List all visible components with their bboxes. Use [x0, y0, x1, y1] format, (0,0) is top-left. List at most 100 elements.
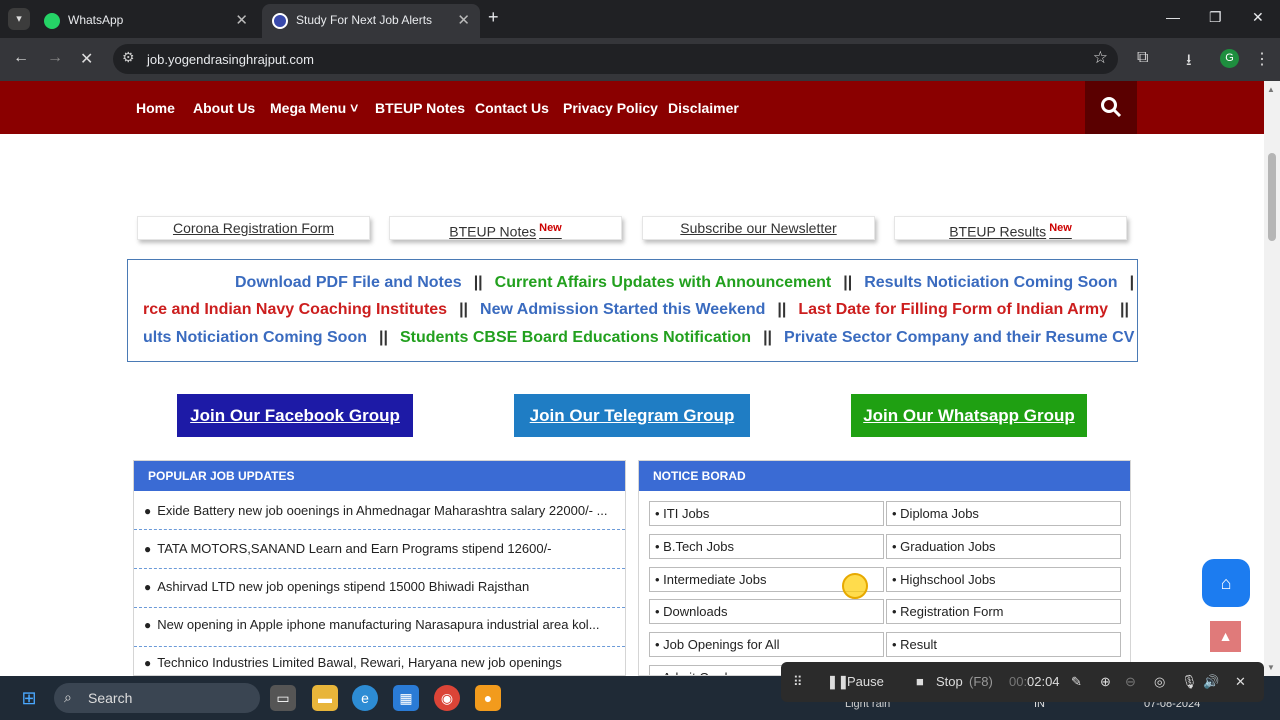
new-badge: New	[539, 222, 562, 234]
notice-link[interactable]: • Graduation Jobs	[886, 534, 1121, 559]
close-icon[interactable]: ✕	[1235, 674, 1246, 690]
close-window-icon[interactable]: ✕	[1252, 9, 1264, 26]
site-info-icon[interactable]: ⚙	[122, 49, 135, 66]
marquee-item[interactable]: rce and Indian Navy Coaching Institutes	[143, 301, 447, 318]
close-icon[interactable]: ✕	[235, 11, 248, 29]
quick-link-label: Corona Registration Form	[172, 220, 335, 236]
minimize-icon[interactable]: —	[1166, 9, 1180, 25]
job-link[interactable]: Ashirvad LTD new job openings stipend 15…	[157, 579, 529, 594]
marquee-item[interactable]: New Admission Started this Weekend	[480, 301, 765, 318]
quick-link-corona[interactable]: Corona Registration Form	[137, 216, 370, 240]
bullet-icon: ●	[144, 580, 152, 594]
extensions-icon[interactable]: ⧉	[1137, 49, 1148, 67]
notice-link[interactable]: • Diploma Jobs	[886, 501, 1121, 526]
nav-home[interactable]: Home	[136, 100, 175, 116]
store-icon[interactable]: ▦	[393, 685, 419, 711]
tab-whatsapp[interactable]: WhatsApp ✕	[34, 4, 258, 38]
marquee-item[interactable]: Students CBSE Board Educations Notificat…	[400, 329, 751, 346]
marquee-item[interactable]: Download PDF File and Notes	[235, 274, 462, 291]
bullet-icon: ●	[144, 618, 152, 632]
marquee-item[interactable]: Current Affairs Updates with Announcemen…	[495, 274, 832, 291]
stop-label[interactable]: Stop	[936, 674, 963, 689]
join-whatsapp-button[interactable]: Join Our Whatsapp Group	[851, 394, 1087, 437]
marquee-row: rce and Indian Navy Coaching Institutes |…	[143, 301, 1137, 319]
windows-start-icon[interactable]: ⊞	[16, 685, 42, 711]
notice-link[interactable]: • Job Openings for All	[649, 632, 884, 657]
zoom-in-icon[interactable]: ⊕	[1100, 674, 1111, 690]
nav-privacy-policy[interactable]: Privacy Policy	[563, 100, 658, 116]
search-label: Search	[88, 690, 133, 706]
pause-icon[interactable]: ❚❚	[827, 674, 849, 690]
marquee-item[interactable]: Private Sector Company and their Resume …	[784, 329, 1134, 346]
taskbar-search[interactable]: ⌕ Search	[54, 683, 260, 713]
nav-mega-menu[interactable]: Mega Menu ˅	[270, 100, 358, 116]
scroll-up-icon[interactable]: ▲	[1267, 85, 1275, 94]
nav-about-us[interactable]: About Us	[193, 100, 255, 116]
scroll-thumb[interactable]	[1268, 153, 1276, 241]
list-item[interactable]: ● Ashirvad LTD new job openings stipend 1…	[134, 569, 625, 608]
job-link[interactable]: Technico Industries Limited Bawal, Rewar…	[157, 655, 562, 670]
forward-icon[interactable]: →	[47, 49, 63, 67]
notice-link[interactable]: • Registration Form	[886, 599, 1121, 624]
zoom-out-icon[interactable]: ⊖	[1125, 674, 1136, 690]
chrome-icon[interactable]: ◉	[434, 685, 460, 711]
back-to-top-button[interactable]: ▲	[1210, 621, 1241, 652]
back-icon[interactable]: ←	[13, 49, 29, 67]
join-telegram-button[interactable]: Join Our Telegram Group	[514, 394, 750, 437]
notice-link[interactable]: • Downloads	[649, 599, 884, 624]
join-facebook-button[interactable]: Join Our Facebook Group	[177, 394, 413, 437]
notice-link[interactable]: • Result	[886, 632, 1121, 657]
pause-label[interactable]: Pause	[847, 674, 884, 689]
notice-link[interactable]: • Highschool Jobs	[886, 567, 1121, 592]
webcam-icon[interactable]: ◎	[1154, 674, 1165, 690]
new-tab-icon[interactable]: +	[488, 7, 499, 28]
list-item[interactable]: ● TATA MOTORS,SANAND Learn and Earn Progr…	[134, 530, 625, 569]
nav-bteup-notes[interactable]: BTEUP Notes	[375, 100, 465, 116]
speaker-icon[interactable]: 🔊	[1203, 674, 1219, 690]
marquee-separator: ||	[459, 301, 469, 318]
tab-search-icon[interactable]: ▾	[8, 8, 30, 30]
stop-icon[interactable]: ■	[916, 674, 924, 689]
marquee-item[interactable]: Last Date for Filling Form of Indian Arm…	[798, 301, 1108, 318]
marquee-item[interactable]: ults Noticiation Coming Soon	[143, 329, 367, 346]
nav-disclaimer[interactable]: Disclaimer	[668, 100, 739, 116]
marquee-row: Download PDF File and Notes || Current Aff…	[235, 274, 1137, 292]
marquee-separator: ||	[777, 301, 787, 318]
file-explorer-icon[interactable]: ▬	[312, 685, 338, 711]
profile-avatar[interactable]: G	[1220, 49, 1239, 68]
list-item[interactable]: ● Exide Battery new job ooenings in Ahmed…	[134, 491, 625, 530]
job-link[interactable]: Exide Battery new job ooenings in Ahmedn…	[157, 503, 607, 518]
marquee-separator: ||	[1120, 301, 1129, 318]
url-text: job.yogendrasinghrajput.com	[147, 52, 314, 67]
page-scrollbar[interactable]: ▲ ▼	[1264, 81, 1280, 676]
notice-link[interactable]: • B.Tech Jobs	[649, 534, 884, 559]
nav-contact-us[interactable]: Contact Us	[475, 100, 549, 116]
scroll-down-icon[interactable]: ▼	[1267, 663, 1275, 672]
site-search-button[interactable]	[1085, 81, 1137, 134]
maximize-icon[interactable]: ❐	[1209, 9, 1222, 26]
app-icon[interactable]: ●	[475, 685, 501, 711]
quick-link-bteup-notes[interactable]: BTEUP Notes New	[389, 216, 622, 240]
marquee-item[interactable]: Results Noticiation Coming Soon	[864, 274, 1117, 291]
edge-icon[interactable]: e	[352, 685, 378, 711]
timer-prefix: 00:	[1009, 674, 1028, 689]
address-bar[interactable]: ⚙ job.yogendrasinghrajput.com ☆	[113, 44, 1118, 74]
stop-loading-icon[interactable]: ✕	[80, 49, 93, 69]
floating-tag-button[interactable]: ⌂	[1202, 559, 1250, 607]
pen-icon[interactable]: ✎	[1071, 674, 1082, 690]
quick-link-newsletter[interactable]: Subscribe our Newsletter	[642, 216, 875, 240]
bookmark-star-icon[interactable]: ☆	[1093, 48, 1108, 68]
list-item[interactable]: ● Technico Industries Limited Bawal, Rewa…	[134, 647, 625, 675]
job-link[interactable]: TATA MOTORS,SANAND Learn and Earn Progra…	[157, 541, 551, 556]
task-view-icon[interactable]: ▭	[270, 685, 296, 711]
tab-study-jobs[interactable]: Study For Next Job Alerts ✕	[262, 4, 480, 38]
job-link[interactable]: New opening in Apple iphone manufacturin…	[157, 617, 599, 632]
microphone-icon[interactable]: 🎙	[1181, 674, 1198, 690]
close-icon[interactable]: ✕	[457, 11, 470, 29]
download-icon[interactable]: ⭳	[1186, 49, 1192, 76]
menu-icon[interactable]: ⋮	[1254, 49, 1270, 69]
notice-link[interactable]: • ITI Jobs	[649, 501, 884, 526]
quick-link-bteup-results[interactable]: BTEUP Results New	[894, 216, 1127, 240]
drag-handle-icon[interactable]: ⠿	[793, 674, 803, 690]
list-item[interactable]: ● New opening in Apple iphone manufacturi…	[134, 608, 625, 647]
